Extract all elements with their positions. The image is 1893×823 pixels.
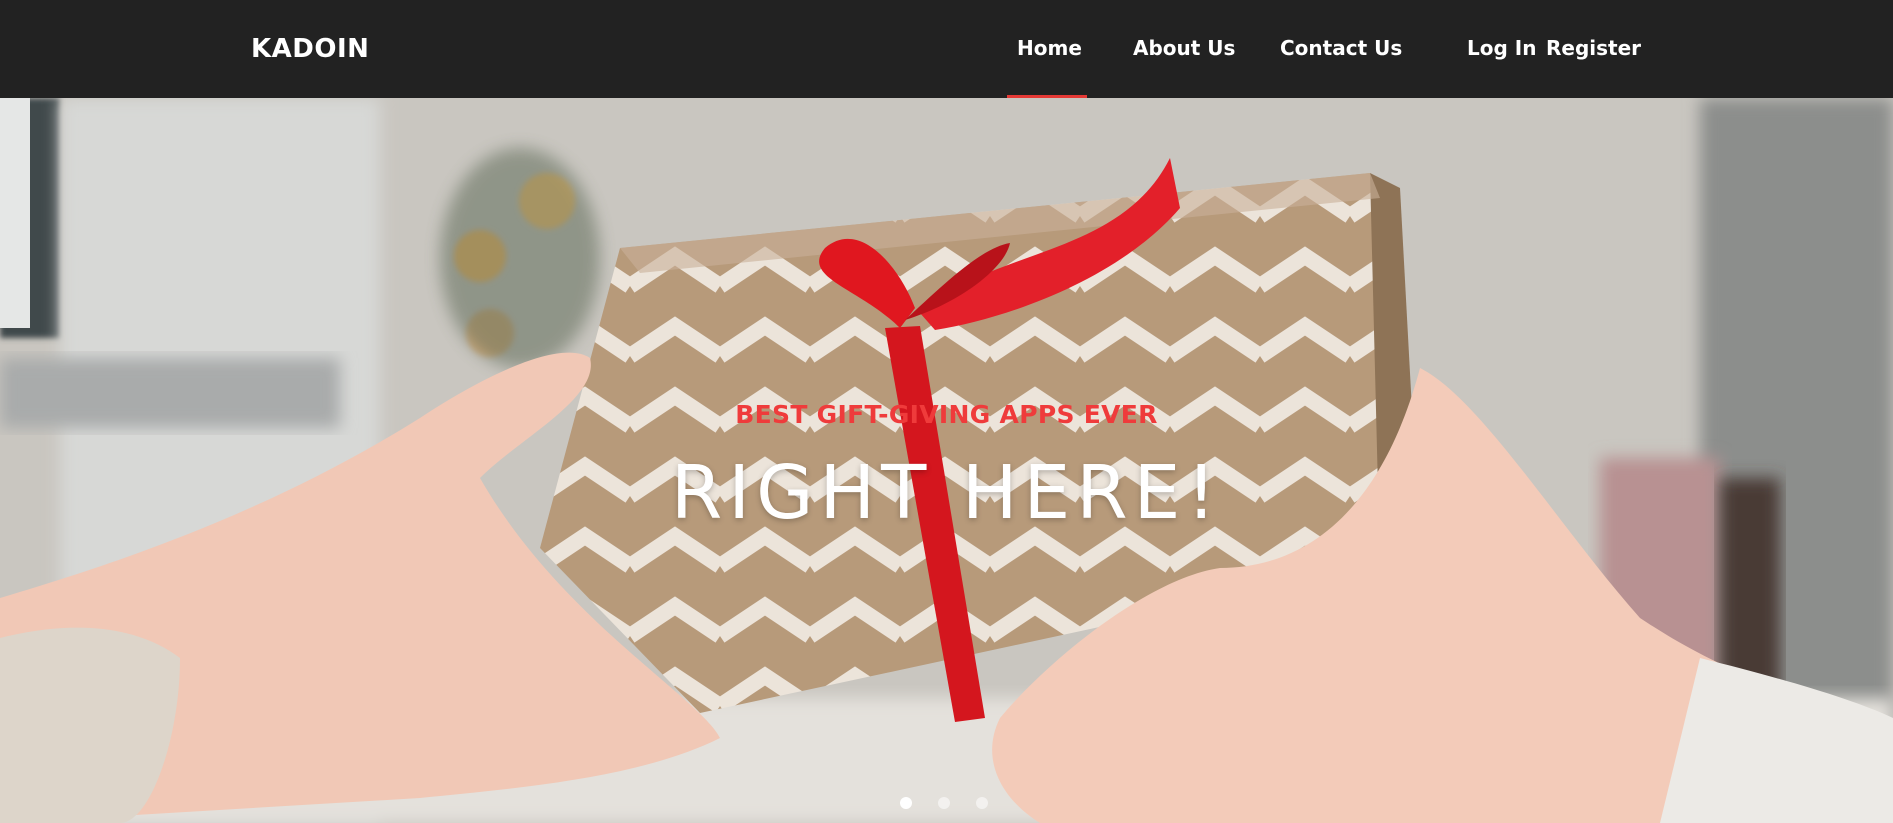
- hero-kicker: BEST GIFT-GIVING APPS EVER: [735, 400, 1158, 429]
- active-nav-indicator: [1007, 95, 1087, 98]
- hero-title: RIGHT HERE!: [670, 450, 1223, 536]
- navbar: KADOIN Home About Us Contact Us Log In R…: [0, 0, 1893, 98]
- login-link[interactable]: Log In: [1467, 36, 1536, 60]
- register-link[interactable]: Register: [1546, 36, 1641, 60]
- hero-carousel: BEST GIFT-GIVING APPS EVER RIGHT HERE!: [0, 98, 1893, 823]
- carousel-dot-2[interactable]: [938, 797, 950, 809]
- nav-home-link[interactable]: Home: [1017, 36, 1082, 60]
- carousel-dot-1[interactable]: [900, 797, 912, 809]
- nav-contact-link[interactable]: Contact Us: [1280, 36, 1402, 60]
- carousel-dot-3[interactable]: [976, 797, 988, 809]
- nav-about-link[interactable]: About Us: [1133, 36, 1235, 60]
- brand-logo[interactable]: KADOIN: [251, 34, 369, 64]
